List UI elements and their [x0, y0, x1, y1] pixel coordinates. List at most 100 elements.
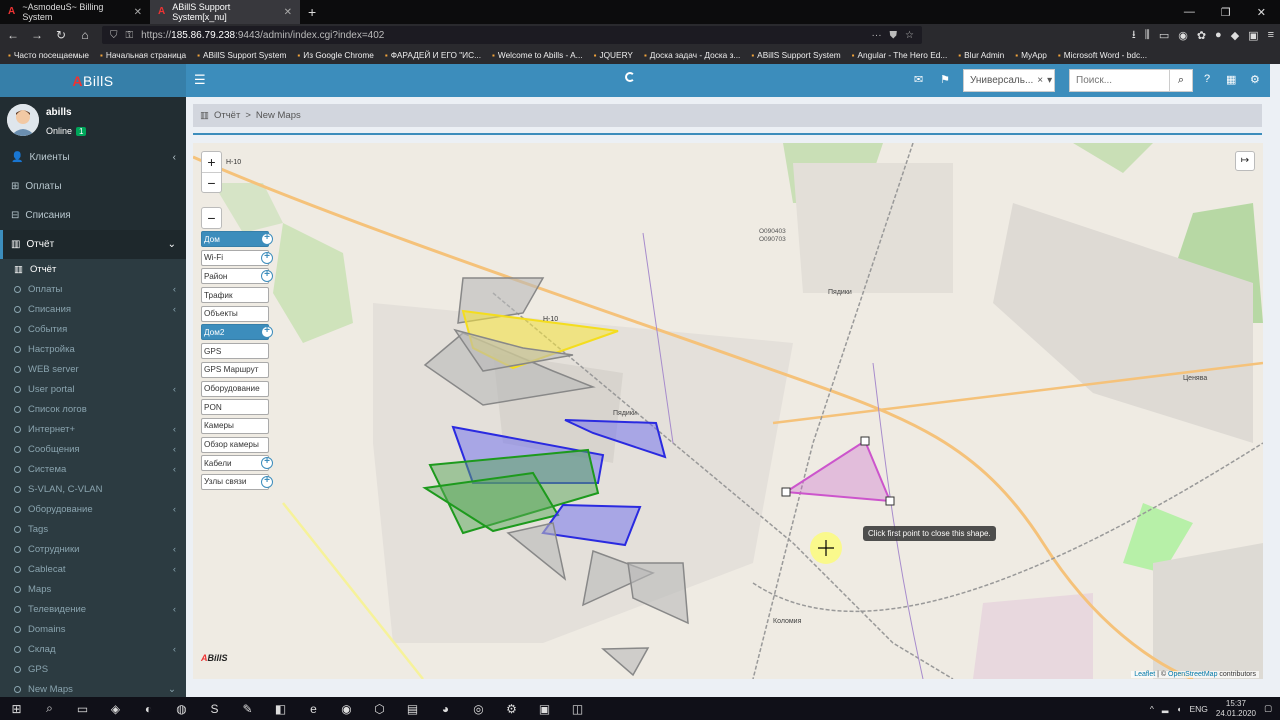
- submenu-item[interactable]: S-VLAN, C-VLAN: [0, 479, 186, 499]
- bookmark-item[interactable]: ▪ Из Google Chrome: [297, 50, 374, 60]
- app-icon[interactable]: ⬡: [363, 702, 396, 716]
- submenu-item[interactable]: Список логов: [0, 399, 186, 419]
- submenu-item[interactable]: Склад ‹: [0, 639, 186, 659]
- map-canvas[interactable]: Н-10 Н-10 О090403 О090703 Пядики Ценява …: [193, 143, 1263, 679]
- flag-icon[interactable]: ⚑: [940, 73, 950, 86]
- submenu-item[interactable]: Оплаты ‹: [0, 279, 186, 299]
- bookmark-item[interactable]: ▪ ABillS Support System: [197, 50, 286, 60]
- submenu-item[interactable]: Maps: [0, 579, 186, 599]
- sidebar-item-0[interactable]: 👤 Клиенты ‹: [0, 143, 186, 172]
- app-icon[interactable]: ◎: [462, 702, 495, 716]
- bookmark-item[interactable]: ▪ Angular - The Hero Ed...: [852, 50, 948, 60]
- layer-toggle[interactable]: GPS Маршрут: [201, 361, 269, 378]
- app-icon[interactable]: ◈: [99, 702, 132, 716]
- extension-icon[interactable]: ▣: [1248, 29, 1258, 42]
- search-icon[interactable]: ⌕: [33, 701, 66, 716]
- submenu-item[interactable]: User portal ‹: [0, 379, 186, 399]
- layer-toggle[interactable]: Кабели +: [201, 455, 273, 472]
- new-tab-button[interactable]: +: [300, 4, 324, 20]
- submenu-item[interactable]: WEB server: [0, 359, 186, 379]
- extension-icon[interactable]: ✿: [1197, 29, 1206, 42]
- submenu-item[interactable]: Система ‹: [0, 459, 186, 479]
- bookmark-item[interactable]: ▪ Доска задач - Доска з...: [644, 50, 740, 60]
- back-icon[interactable]: ←: [6, 28, 20, 42]
- submenu-item[interactable]: New Maps ⌄: [0, 679, 186, 697]
- home-icon[interactable]: ⌂: [78, 28, 92, 42]
- submenu-item[interactable]: Сотрудники ‹: [0, 539, 186, 559]
- skype-icon[interactable]: S: [198, 702, 231, 716]
- layer-toggle[interactable]: Дом2 +: [201, 324, 273, 341]
- network-icon[interactable]: ▂: [1162, 703, 1169, 714]
- layer-toggle[interactable]: Обзор камеры: [201, 436, 269, 453]
- app-icon[interactable]: ◫: [561, 702, 594, 716]
- bookmark-item[interactable]: ▪ Microsoft Word - bdc...: [1058, 50, 1147, 60]
- bookmark-item[interactable]: ▪ ABillS Support System: [751, 50, 840, 60]
- maximize-icon[interactable]: ❐: [1221, 6, 1231, 19]
- layer-toggle[interactable]: PON: [201, 399, 269, 416]
- close-tab-icon[interactable]: ✕: [134, 7, 142, 18]
- layer-toggle[interactable]: Дом +: [201, 231, 273, 247]
- reload-icon[interactable]: ↻: [54, 28, 68, 42]
- submenu-item[interactable]: Domains: [0, 619, 186, 639]
- bookmark-item[interactable]: ▪ JQUERY: [594, 50, 633, 60]
- submenu-item[interactable]: Оборудование ‹: [0, 499, 186, 519]
- pocket-icon[interactable]: ⛊: [890, 30, 898, 41]
- submenu-item[interactable]: Сообщения ‹: [0, 439, 186, 459]
- layer-toggle[interactable]: GPS: [201, 343, 269, 360]
- submenu-item[interactable]: Настройка: [0, 339, 186, 359]
- submenu-item[interactable]: Интернет+ ‹: [0, 419, 186, 439]
- visual-studio-icon[interactable]: ◧: [264, 702, 297, 716]
- language-indicator[interactable]: ENG: [1190, 704, 1208, 714]
- close-window-icon[interactable]: ✕: [1257, 6, 1266, 19]
- submenu-item[interactable]: Cablecat ‹: [0, 559, 186, 579]
- volume-icon[interactable]: ◖: [1176, 704, 1181, 714]
- extension-icon[interactable]: ●: [1215, 29, 1222, 41]
- layer-toggle[interactable]: Район +: [201, 268, 273, 285]
- app-icon[interactable]: ◍: [165, 702, 198, 716]
- app-icon[interactable]: ▣: [528, 702, 561, 716]
- zoom-out-button[interactable]: −: [202, 172, 221, 193]
- firefox-icon[interactable]: ◕: [429, 702, 462, 716]
- add-layer-icon[interactable]: +: [261, 251, 273, 264]
- submenu-item[interactable]: Tags: [0, 519, 186, 539]
- edge-icon[interactable]: e: [297, 702, 330, 716]
- bookmark-item[interactable]: ▪ Welcome to Abills - A...: [492, 50, 583, 60]
- browser-tab-active[interactable]: A ABillS Support System[x_nu] ✕: [150, 0, 300, 24]
- app-icon[interactable]: ✎: [231, 702, 264, 716]
- explorer-icon[interactable]: ▭: [66, 702, 99, 716]
- search-input[interactable]: [1069, 69, 1169, 92]
- settings-icon[interactable]: ⚙: [495, 702, 528, 716]
- clear-icon[interactable]: ×: [1037, 75, 1043, 86]
- add-layer-icon[interactable]: +: [261, 233, 273, 245]
- extension-icon[interactable]: ◆: [1231, 29, 1239, 42]
- sidebar-item-2[interactable]: ⊟ Списания: [0, 201, 186, 230]
- bookmark-item[interactable]: ▪ Blur Admin: [958, 50, 1004, 60]
- layer-toggle[interactable]: Узлы связи +: [201, 473, 273, 490]
- minimize-icon[interactable]: —: [1184, 6, 1195, 19]
- bookmark-item[interactable]: ▪ MyApp: [1015, 50, 1047, 60]
- bookmark-star-icon[interactable]: ☆: [905, 30, 914, 41]
- submenu-item[interactable]: ▥ Отчёт: [0, 259, 186, 279]
- tray-chevron-icon[interactable]: ^: [1150, 704, 1154, 714]
- layer-toggle[interactable]: Трафик: [201, 287, 269, 304]
- layer-toggle[interactable]: Камеры: [201, 417, 269, 434]
- bookmark-item[interactable]: ▪ Начальная страница: [100, 50, 186, 60]
- close-tab-icon[interactable]: ✕: [284, 7, 292, 18]
- windows-start-icon[interactable]: ⊞: [0, 702, 33, 716]
- app-icon[interactable]: ◐: [132, 702, 165, 716]
- add-layer-icon[interactable]: +: [261, 475, 273, 488]
- zoom-in-button[interactable]: +: [202, 152, 221, 172]
- hamburger-icon[interactable]: ☰: [194, 72, 206, 88]
- page-actions-icon[interactable]: ···: [872, 30, 882, 41]
- sidebar-item-1[interactable]: ⊞ Оплаты: [0, 172, 186, 201]
- help-icon[interactable]: ?: [1204, 73, 1210, 85]
- app-icon[interactable]: ▤: [396, 702, 429, 716]
- osm-link[interactable]: OpenStreetMap: [1168, 671, 1217, 678]
- account-icon[interactable]: ◉: [1178, 29, 1188, 42]
- sidebar-item-report[interactable]: ▥ Отчёт ⌄: [0, 230, 186, 259]
- downloads-icon[interactable]: ⭳: [1132, 26, 1136, 45]
- submenu-item[interactable]: GPS: [0, 659, 186, 679]
- sidebar-icon[interactable]: ▭: [1159, 29, 1169, 42]
- breadcrumb-root[interactable]: Отчёт: [214, 110, 240, 121]
- library-icon[interactable]: ⫼: [1145, 29, 1150, 42]
